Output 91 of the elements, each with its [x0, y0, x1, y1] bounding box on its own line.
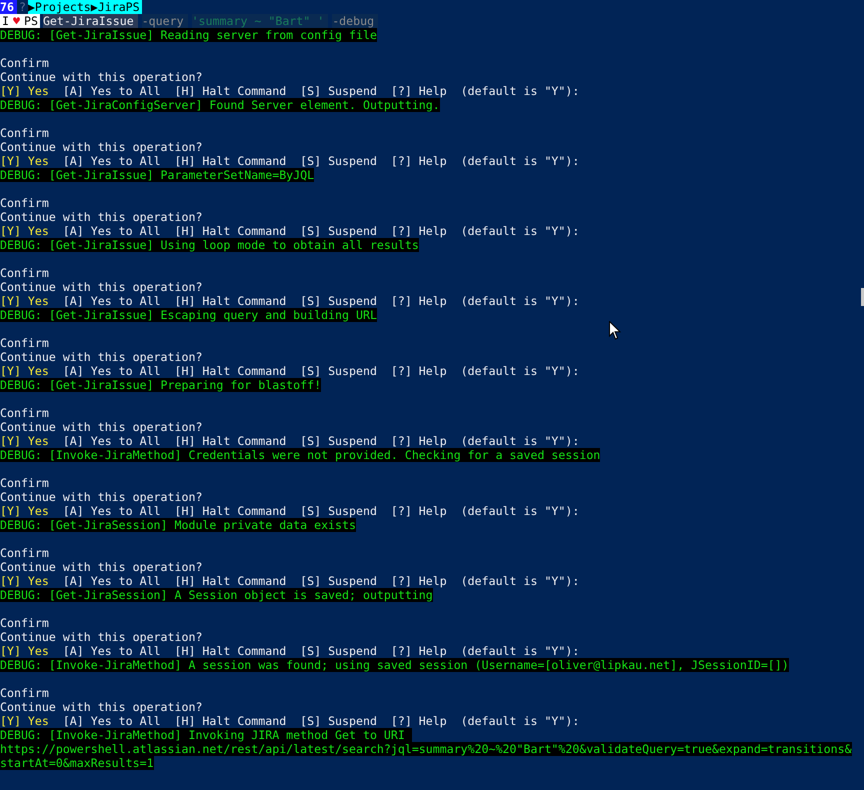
prompt-label: I: [0, 14, 11, 28]
choice-option: [H] Halt Command: [174, 294, 286, 308]
choice-option: [Y] Yes: [0, 504, 49, 518]
parameter-text: -query: [142, 14, 188, 28]
choice-option: [Y] Yes: [0, 224, 49, 238]
choice-option: [S] Suspend: [300, 294, 377, 308]
default-hint: (default is "Y"):: [460, 294, 580, 308]
choice-option: [?] Help: [390, 434, 447, 448]
choice-option: [?] Help: [390, 714, 447, 728]
choice-option: [A] Yes to All: [62, 224, 161, 238]
history-count: 76: [0, 0, 17, 14]
heart-glyph: ♥: [10, 14, 22, 28]
choice-option: [?] Help: [390, 644, 447, 658]
choice-option: [Y] Yes: [0, 434, 49, 448]
default-hint: (default is "Y"):: [460, 224, 580, 238]
choice-option: [Y] Yes: [0, 154, 49, 168]
choice-option: [A] Yes to All: [62, 504, 161, 518]
confirm-title: Confirm: [0, 266, 49, 280]
confirm-title: Confirm: [0, 336, 49, 350]
choice-option: [S] Suspend: [300, 574, 377, 588]
choice-option: [?] Help: [390, 224, 447, 238]
choice-option: [?] Help: [390, 84, 447, 98]
confirm-question: Continue with this operation?: [0, 560, 202, 574]
choice-option: [S] Suspend: [300, 644, 377, 658]
confirm-question: Continue with this operation?: [0, 420, 202, 434]
choice-option: [?] Help: [390, 574, 447, 588]
choice-option: [H] Halt Command: [174, 504, 286, 518]
path-segment: ▶Projects▶JiraPS: [28, 0, 142, 14]
confirm-question: Continue with this operation?: [0, 350, 202, 364]
confirm-title: Confirm: [0, 196, 49, 210]
choice-option: [Y] Yes: [0, 714, 49, 728]
parameter-text: -debug: [332, 14, 378, 28]
confirm-title: Confirm: [0, 686, 49, 700]
choice-option: [Y] Yes: [0, 574, 49, 588]
confirm-question: Continue with this operation?: [0, 280, 202, 294]
confirm-title: Confirm: [0, 546, 49, 560]
choice-option: [H] Halt Command: [174, 714, 286, 728]
default-hint: (default is "Y"):: [460, 504, 580, 518]
confirm-question: Continue with this operation?: [0, 490, 202, 504]
confirm-title: Confirm: [0, 406, 49, 420]
confirm-title: Confirm: [0, 476, 49, 490]
confirm-title: Confirm: [0, 126, 49, 140]
choice-option: [?] Help: [390, 504, 447, 518]
default-hint: (default is "Y"):: [460, 84, 580, 98]
choice-option: [S] Suspend: [300, 434, 377, 448]
choice-option: [Y] Yes: [0, 84, 49, 98]
choice-option: [H] Halt Command: [174, 84, 286, 98]
choice-option: [S] Suspend: [300, 84, 377, 98]
command-name: Get-JiraIssue: [42, 14, 138, 28]
choice-option: [A] Yes to All: [62, 364, 161, 378]
default-hint: (default is "Y"):: [460, 364, 580, 378]
choice-option: [A] Yes to All: [62, 154, 161, 168]
choice-option: [A] Yes to All: [62, 434, 161, 448]
choice-option: [H] Halt Command: [174, 574, 286, 588]
default-hint: (default is "Y"):: [460, 574, 580, 588]
choice-option: [A] Yes to All: [62, 84, 161, 98]
choice-option: [Y] Yes: [0, 364, 49, 378]
choice-option: [S] Suspend: [300, 154, 377, 168]
choice-option: [A] Yes to All: [62, 644, 161, 658]
scrollbar-thumb[interactable]: [861, 288, 864, 306]
choice-option: [S] Suspend: [300, 714, 377, 728]
choice-option: [?] Help: [390, 294, 447, 308]
choice-option: [H] Halt Command: [174, 154, 286, 168]
confirm-question: Continue with this operation?: [0, 140, 202, 154]
default-hint: (default is "Y"):: [460, 154, 580, 168]
confirm-question: Continue with this operation?: [0, 700, 202, 714]
prompt-label: PS: [22, 14, 40, 28]
choice-option: [?] Help: [390, 364, 447, 378]
choice-option: [H] Halt Command: [174, 364, 286, 378]
confirm-question: Continue with this operation?: [0, 210, 202, 224]
default-hint: (default is "Y"):: [460, 434, 580, 448]
confirm-title: Confirm: [0, 616, 49, 630]
confirm-title: Confirm: [0, 56, 49, 70]
string-argument: 'summary ~ "Bart" ': [192, 14, 328, 28]
choice-option: [H] Halt Command: [174, 644, 286, 658]
mouse-pointer-icon: [609, 321, 621, 340]
choice-option: [A] Yes to All: [62, 714, 161, 728]
choice-option: [S] Suspend: [300, 504, 377, 518]
choice-option: [H] Halt Command: [174, 224, 286, 238]
choice-option: [Y] Yes: [0, 294, 49, 308]
choice-option: [H] Halt Command: [174, 434, 286, 448]
confirm-question: Continue with this operation?: [0, 70, 202, 84]
default-hint: (default is "Y"):: [460, 714, 580, 728]
choice-option: [S] Suspend: [300, 224, 377, 238]
choice-option: [Y] Yes: [0, 644, 49, 658]
default-hint: (default is "Y"):: [460, 644, 580, 658]
choice-option: [S] Suspend: [300, 364, 377, 378]
confirm-question: Continue with this operation?: [0, 630, 202, 644]
choice-option: [A] Yes to All: [62, 574, 161, 588]
choice-option: [?] Help: [390, 154, 447, 168]
choice-option: [A] Yes to All: [62, 294, 161, 308]
